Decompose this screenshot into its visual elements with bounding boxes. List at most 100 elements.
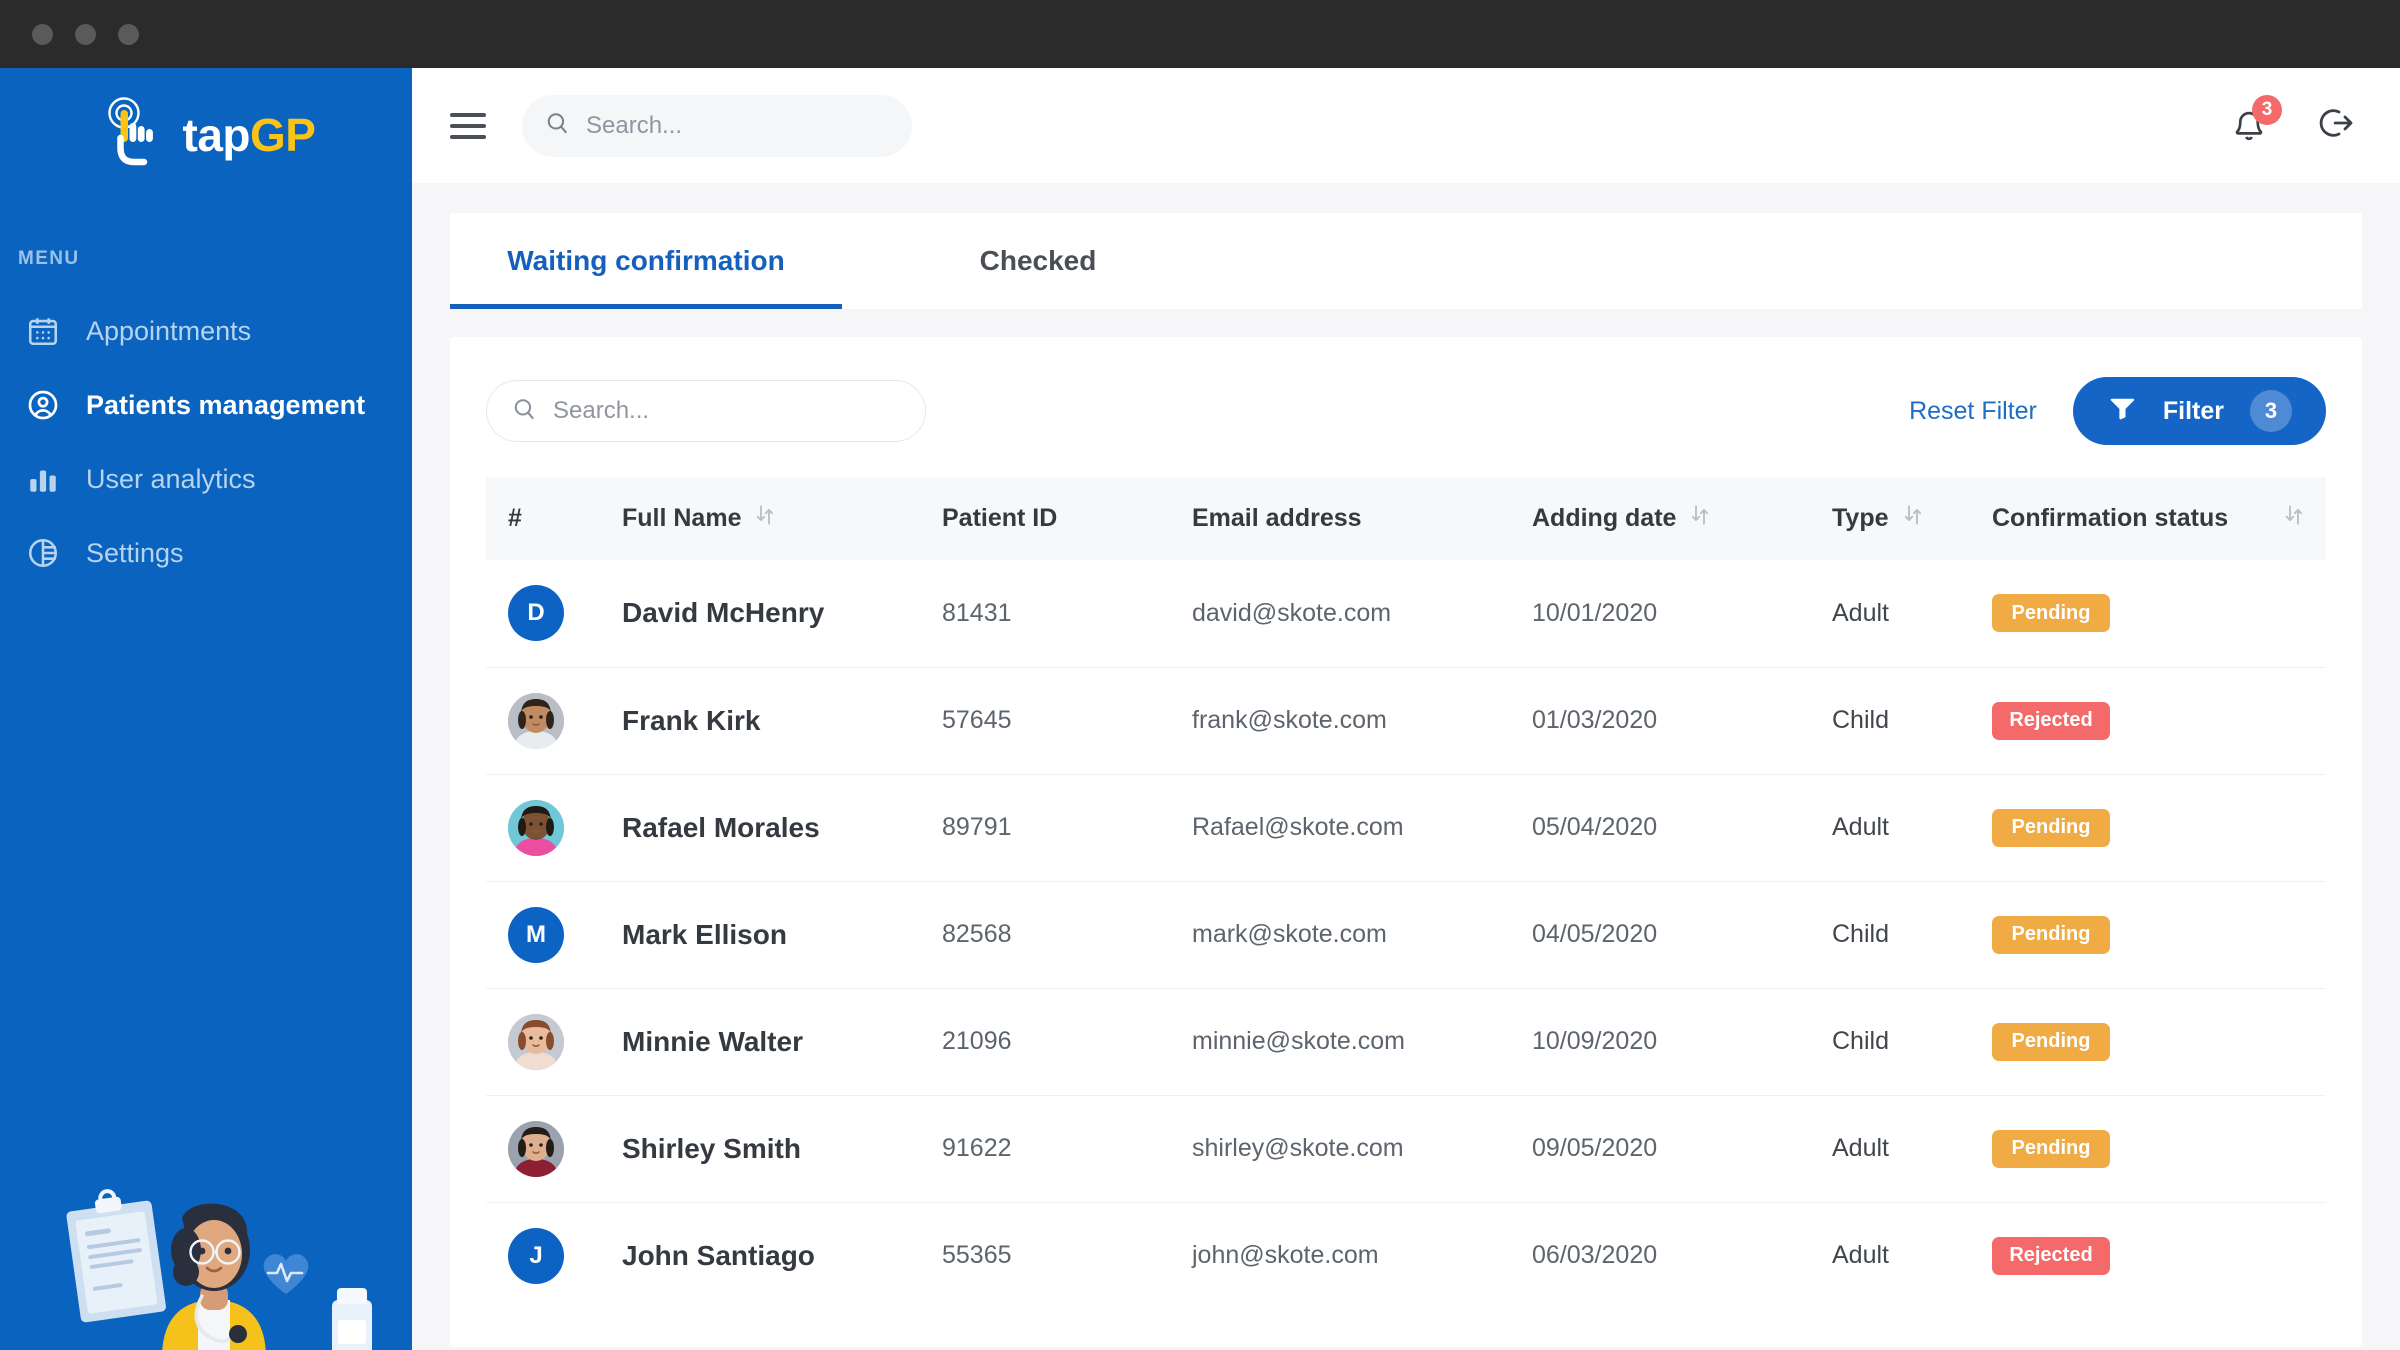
tab-waiting-confirmation[interactable]: Waiting confirmation — [450, 213, 842, 309]
cell-adding-date: 04/05/2020 — [1532, 881, 1832, 989]
status-badge: Pending — [1992, 1022, 2110, 1061]
cell-full-name: Mark Ellison — [622, 881, 942, 989]
cell-email: shirley@skote.com — [1192, 1095, 1532, 1203]
column-label: Full Name — [622, 504, 742, 532]
sidebar-item-settings[interactable]: Settings — [0, 516, 412, 590]
reset-filter-button[interactable]: Reset Filter — [1909, 397, 2037, 426]
table-row[interactable]: Rafael Morales 89791 Rafael@skote.com 05/04… — [486, 774, 2326, 882]
patient-type: Adult — [1832, 1134, 1889, 1162]
cell-confirmation-status: Pending — [1992, 774, 2326, 882]
patient-id: 57645 — [942, 706, 1012, 734]
funnel-icon — [2107, 393, 2137, 430]
table-row[interactable]: Frank Kirk 57645 frank@skote.com 01/03/2020… — [486, 667, 2326, 775]
table-head: # Full Name Patient ID Email address Add… — [486, 477, 2326, 560]
patient-id: 21096 — [942, 1027, 1012, 1055]
patient-name: Shirley Smith — [622, 1132, 801, 1164]
cell-avatar — [486, 774, 622, 882]
sort-icon[interactable] — [1690, 503, 1710, 534]
sidebar-section-label: MENU — [18, 248, 80, 269]
column-label: Confirmation status — [1992, 504, 2229, 532]
avatar: J — [508, 1227, 564, 1284]
doctor-illustration — [34, 1158, 404, 1350]
avatar-photo-icon — [508, 692, 564, 749]
sidebar-item-patients-management[interactable]: Patients management — [0, 368, 412, 442]
avatar-initial: J — [529, 1241, 543, 1269]
column-header-index[interactable]: # — [486, 477, 622, 560]
window-maximize-button[interactable] — [118, 23, 139, 45]
patient-name: David McHenry — [622, 597, 825, 629]
cell-full-name: Frank Kirk — [622, 667, 942, 775]
filter-count-badge: 3 — [2250, 390, 2292, 432]
sort-icon[interactable] — [755, 503, 775, 534]
column-label: Email address — [1192, 504, 1362, 532]
table-row[interactable]: Minnie Walter 21096 minnie@skote.com 10/09/… — [486, 988, 2326, 1096]
tab-label: Checked — [979, 245, 1097, 276]
patient-name: Rafael Morales — [622, 811, 820, 843]
status-badge: Pending — [1992, 808, 2110, 847]
patient-type: Child — [1832, 706, 1889, 734]
adding-date: 10/01/2020 — [1532, 598, 1658, 627]
column-header-patient-id[interactable]: Patient ID — [942, 477, 1192, 560]
column-header-email-address[interactable]: Email address — [1192, 477, 1532, 560]
sidebar-item-label: Patients management — [86, 389, 366, 420]
cell-email: frank@skote.com — [1192, 667, 1532, 775]
table-row[interactable]: D David McHenry 81431 david@skote.com 10/01/… — [486, 560, 2326, 668]
patients-card: Search... Reset Filter Filter 3 # Full N… — [450, 337, 2362, 1347]
notifications-button[interactable]: 3 — [2230, 94, 2282, 149]
sort-icon[interactable] — [2284, 503, 2304, 534]
brand-name-part2: GP — [250, 109, 316, 161]
cell-full-name: Minnie Walter — [622, 988, 942, 1096]
cell-patient-id: 81431 — [942, 560, 1192, 668]
adding-date: 05/04/2020 — [1532, 813, 1658, 841]
table-search-placeholder: Search... — [553, 397, 650, 424]
column-header-full-name[interactable]: Full Name — [622, 477, 942, 560]
window-titlebar — [0, 0, 2400, 68]
column-header-type[interactable]: Type — [1832, 477, 1992, 560]
global-search-input[interactable]: Search... — [522, 94, 912, 157]
window-close-button[interactable] — [32, 23, 53, 45]
tab-checked[interactable]: Checked — [842, 213, 1234, 309]
avatar — [508, 799, 564, 856]
cell-adding-date: 09/05/2020 — [1532, 1095, 1832, 1203]
app-window: tapGP MENU Appointments Patients managem… — [0, 0, 2400, 1350]
main-content: Waiting confirmation Checked Search... R… — [412, 183, 2400, 1350]
sidebar-item-appointments[interactable]: Appointments — [0, 294, 412, 368]
status-badge: Rejected — [1992, 701, 2110, 740]
column-header-adding-date[interactable]: Adding date — [1532, 477, 1832, 560]
cell-adding-date: 05/04/2020 — [1532, 774, 1832, 882]
column-label: Patient ID — [942, 504, 1058, 532]
sidebar: tapGP MENU Appointments Patients managem… — [0, 68, 412, 1350]
sort-icon[interactable] — [1903, 503, 1923, 534]
global-search-placeholder: Search... — [586, 111, 683, 139]
brand-logo[interactable]: tapGP — [0, 68, 412, 174]
patient-email: shirley@skote.com — [1192, 1134, 1404, 1162]
bell-icon — [2230, 111, 2268, 149]
table-row[interactable]: J John Santiago 55365 john@skote.com 06/03/2… — [486, 1202, 2326, 1309]
column-header-confirmation-status[interactable]: Confirmation status — [1992, 477, 2326, 560]
cell-type: Child — [1832, 988, 1992, 1096]
avatar-initial: M — [526, 920, 546, 948]
tap-hand-icon — [97, 96, 169, 174]
sidebar-item-user-analytics[interactable]: User analytics — [0, 442, 412, 516]
sidebar-item-label: User analytics — [86, 463, 256, 494]
patient-type: Child — [1832, 920, 1889, 948]
hamburger-icon[interactable] — [450, 112, 486, 139]
window-minimize-button[interactable] — [75, 23, 96, 45]
logout-icon — [2316, 109, 2356, 147]
table-row[interactable]: M Mark Ellison 82568 mark@skote.com 04/05/20… — [486, 881, 2326, 989]
logout-button[interactable] — [2316, 103, 2356, 148]
table-search-input[interactable]: Search... — [486, 380, 926, 442]
status-badge: Rejected — [1992, 1236, 2110, 1275]
cell-adding-date: 10/09/2020 — [1532, 988, 1832, 1096]
patient-type: Adult — [1832, 813, 1889, 841]
avatar: M — [508, 906, 564, 963]
patient-email: frank@skote.com — [1192, 706, 1387, 734]
filter-button[interactable]: Filter 3 — [2072, 377, 2326, 445]
cell-confirmation-status: Pending — [1992, 881, 2326, 989]
adding-date: 04/05/2020 — [1532, 920, 1658, 948]
cell-email: john@skote.com — [1192, 1202, 1532, 1309]
table-row[interactable]: Shirley Smith 91622 shirley@skote.com 09/05… — [486, 1095, 2326, 1203]
table-header-row: # Full Name Patient ID Email address Add… — [486, 477, 2326, 560]
cell-full-name: Rafael Morales — [622, 774, 942, 882]
topbar: Search... 3 — [412, 68, 2400, 183]
